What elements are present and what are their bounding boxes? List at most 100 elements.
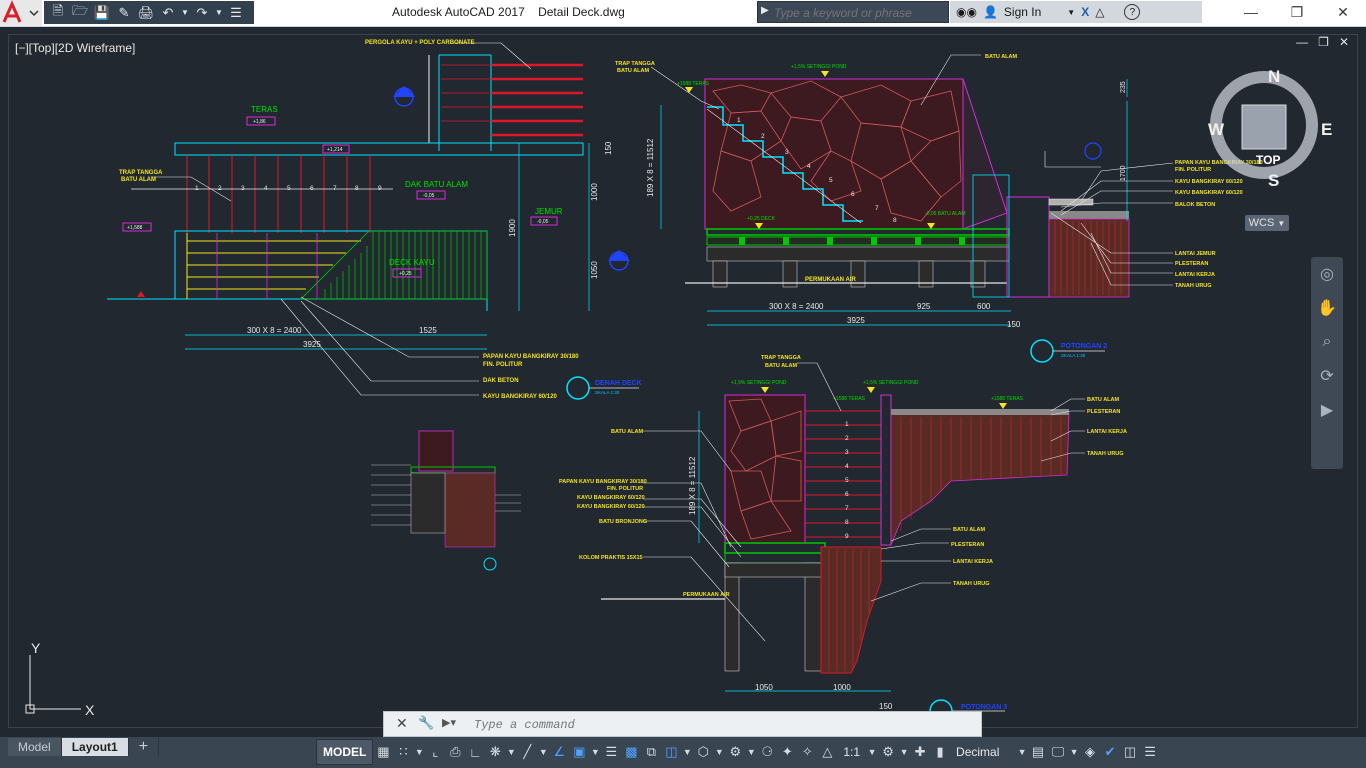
undo-dropdown-icon[interactable]: ▼: [180, 4, 190, 22]
hardware-acceleration-icon[interactable]: ✔: [1100, 740, 1120, 764]
secA-dim-235: 235: [1120, 81, 1127, 93]
model-space-button[interactable]: MODEL: [316, 739, 374, 765]
redo-dropdown-icon[interactable]: ▼: [214, 4, 224, 22]
sign-in-link[interactable]: Sign In: [1004, 5, 1041, 19]
snap-icon[interactable]: ∷: [393, 740, 413, 764]
gizmo-icon[interactable]: ⚆: [757, 740, 777, 764]
snap-dropdown-icon[interactable]: ▼: [413, 740, 425, 764]
selection-filter-icon[interactable]: ⚙: [725, 740, 745, 764]
polar-icon[interactable]: ❋: [485, 740, 505, 764]
binoculars-icon[interactable]: ◉◉: [956, 5, 977, 19]
filter-dropdown-icon[interactable]: ▼: [745, 740, 757, 764]
viewcube-top-face[interactable]: TOP: [1256, 153, 1280, 167]
new-file-icon[interactable]: 🗎: [48, 3, 68, 22]
infer-constraints-icon[interactable]: ⌞: [425, 740, 445, 764]
isodraft-icon[interactable]: ╱: [517, 740, 537, 764]
a360-icon[interactable]: △: [1095, 5, 1104, 19]
drawing-viewport[interactable]: [−][Top][2D Wireframe] — ❐ ✕ 1 2 3 4 5 6…: [8, 34, 1358, 728]
clean-screen-icon[interactable]: ◫: [1120, 740, 1140, 764]
selection-cycling-icon[interactable]: ⧉: [641, 740, 661, 764]
zoom-extents-icon[interactable]: ⌕: [1311, 325, 1343, 359]
workspace-dropdown-icon[interactable]: ▼: [898, 740, 910, 764]
viewcube-north[interactable]: N: [1268, 67, 1280, 87]
customize-wrench-icon[interactable]: 🔧: [418, 715, 434, 731]
secB-step-6: 6: [845, 491, 849, 498]
lock-ui-icon[interactable]: 🖵: [1048, 740, 1068, 764]
plan-label-teras: TERAS: [251, 105, 278, 114]
customize-toolbar-icon[interactable]: ☰: [226, 4, 246, 22]
help-icon[interactable]: ?: [1124, 4, 1141, 20]
units-value[interactable]: Decimal: [950, 740, 1016, 764]
auto-scale-icon[interactable]: ✧: [797, 740, 817, 764]
secB-step-1: 1: [845, 421, 849, 428]
wcs-menu[interactable]: WCS ▼: [1245, 215, 1289, 231]
expand-search-icon[interactable]: ▶: [761, 5, 769, 16]
annotation-visibility-icon[interactable]: ✦: [777, 740, 797, 764]
workspace-gear-icon[interactable]: ⚙: [878, 740, 898, 764]
ducs-dropdown-icon[interactable]: ▼: [713, 740, 725, 764]
layout-tabs: Model Layout1 +: [8, 737, 160, 757]
quick-properties-icon[interactable]: ▤: [1028, 740, 1048, 764]
command-line[interactable]: ✕ 🔧 ▶▾: [383, 711, 982, 737]
minimize-icon[interactable]: —: [1228, 0, 1274, 24]
secA-step-3: 3: [785, 149, 789, 156]
viewcube-south[interactable]: S: [1268, 171, 1279, 191]
sign-in-dropdown-icon[interactable]: ▼: [1067, 8, 1075, 17]
scale-dropdown-icon[interactable]: ▼: [866, 740, 878, 764]
units-icon[interactable]: ▮: [930, 740, 950, 764]
search-box[interactable]: ▶: [757, 1, 949, 23]
command-prompt-icon[interactable]: ▶▾: [442, 716, 456, 729]
close-command-line-icon[interactable]: ✕: [396, 715, 408, 732]
lineweight-icon[interactable]: ☰: [601, 740, 621, 764]
add-layout-button[interactable]: +: [128, 738, 160, 756]
viewcube[interactable]: TOP N S E W: [1206, 65, 1332, 235]
restore-icon[interactable]: ❐: [1274, 0, 1320, 24]
units-dropdown-icon[interactable]: ▼: [1016, 740, 1028, 764]
object-snap-icon[interactable]: ▣: [569, 740, 589, 764]
tab-layout1[interactable]: Layout1: [61, 738, 129, 756]
dynamic-ucs-icon[interactable]: ⬡: [693, 740, 713, 764]
object-snap-tracking-icon[interactable]: ∠: [549, 740, 569, 764]
3d-osnap-dropdown-icon[interactable]: ▼: [681, 740, 693, 764]
plot-printer-icon[interactable]: 🖨: [136, 4, 156, 22]
tab-model[interactable]: Model: [8, 738, 62, 756]
open-folder-icon[interactable]: 🗁: [70, 3, 90, 22]
exchange-x-icon[interactable]: X: [1081, 5, 1089, 19]
pan-hand-icon[interactable]: ✋: [1311, 291, 1343, 325]
secB-label-r-lantai: LANTAI KERJA: [1087, 429, 1127, 435]
annotation-scale-icon[interactable]: △: [817, 740, 837, 764]
steering-wheel-icon[interactable]: ◎: [1311, 257, 1343, 291]
showmotion-icon[interactable]: ▶: [1311, 393, 1343, 427]
transparency-icon[interactable]: ▩: [621, 740, 641, 764]
3d-object-snap-icon[interactable]: ◫: [661, 740, 681, 764]
isodraft-dropdown-icon[interactable]: ▼: [537, 740, 549, 764]
grid-icon[interactable]: ▦: [373, 740, 393, 764]
viewcube-east[interactable]: E: [1321, 120, 1332, 140]
object-snap-dropdown-icon[interactable]: ▼: [589, 740, 601, 764]
plan-label-deck: DECK KAYU: [389, 258, 435, 267]
ortho-icon[interactable]: ∟: [465, 740, 485, 764]
save-as-icon[interactable]: ✎: [114, 4, 134, 22]
annotation-monitor-icon[interactable]: ✚: [910, 740, 930, 764]
command-input[interactable]: [472, 715, 956, 735]
save-icon[interactable]: 💾: [92, 4, 112, 22]
dynamic-input-icon[interactable]: ⎙: [445, 740, 465, 764]
viewcube-west[interactable]: W: [1208, 120, 1224, 140]
customization-icon[interactable]: ☰: [1140, 740, 1160, 764]
search-input[interactable]: [772, 3, 948, 23]
secB-dim-1050: 1050: [755, 683, 773, 692]
plan-level-1214: +1,214: [327, 147, 343, 153]
secB-step-9: 9: [845, 533, 849, 540]
isolate-objects-icon[interactable]: ◈: [1080, 740, 1100, 764]
secA-label-tanah-urug: TANAH URUG: [1175, 283, 1212, 289]
user-icon[interactable]: 👤: [983, 5, 998, 19]
annotation-scale-value[interactable]: 1:1: [837, 740, 866, 764]
lock-dropdown-icon[interactable]: ▼: [1068, 740, 1080, 764]
infocenter-toolbar: ◉◉ 👤 Sign In ▼ X △ ?: [950, 1, 1202, 23]
redo-icon[interactable]: ↷: [192, 4, 212, 22]
application-menu-button[interactable]: [0, 0, 42, 26]
orbit-icon[interactable]: ⟳: [1311, 359, 1343, 393]
undo-icon[interactable]: ↶: [158, 4, 178, 22]
close-icon[interactable]: ✕: [1320, 0, 1366, 24]
polar-dropdown-icon[interactable]: ▼: [505, 740, 517, 764]
